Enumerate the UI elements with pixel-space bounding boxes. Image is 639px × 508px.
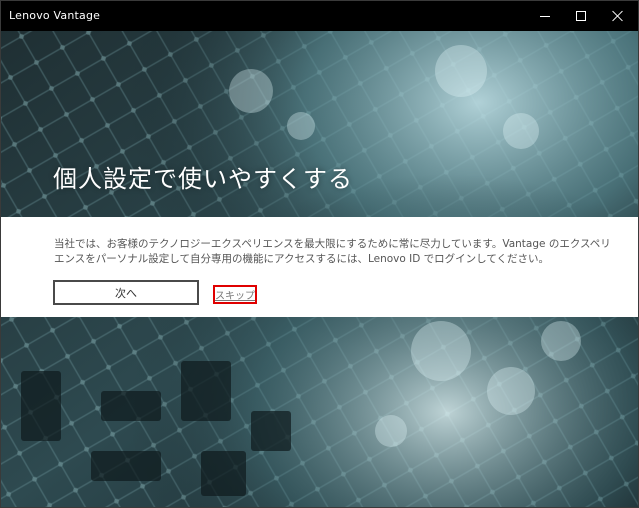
description-text: 当社では、お客様のテクノロジーエクスペリエンスを最大限にするために常に尽力してい… [54, 238, 611, 265]
next-button[interactable]: 次へ [53, 280, 199, 305]
skip-link[interactable]: スキップ [213, 285, 257, 304]
minimize-icon [540, 15, 550, 17]
title-bar: Lenovo Vantage [1, 1, 638, 31]
app-window: Lenovo Vantage 個人設定で使いやすくする 当社では、お客様のテクノ… [0, 0, 639, 508]
maximize-button[interactable] [564, 1, 598, 31]
window-title: Lenovo Vantage [9, 9, 101, 22]
login-panel: 当社では、お客様のテクノロジーエクスペリエンスを最大限にするために常に尽力してい… [1, 217, 638, 317]
close-button[interactable] [601, 1, 635, 31]
minimize-button[interactable] [528, 1, 562, 31]
maximize-icon [576, 11, 586, 21]
close-icon [612, 10, 624, 22]
page-heading: 個人設定で使いやすくする [53, 165, 353, 193]
